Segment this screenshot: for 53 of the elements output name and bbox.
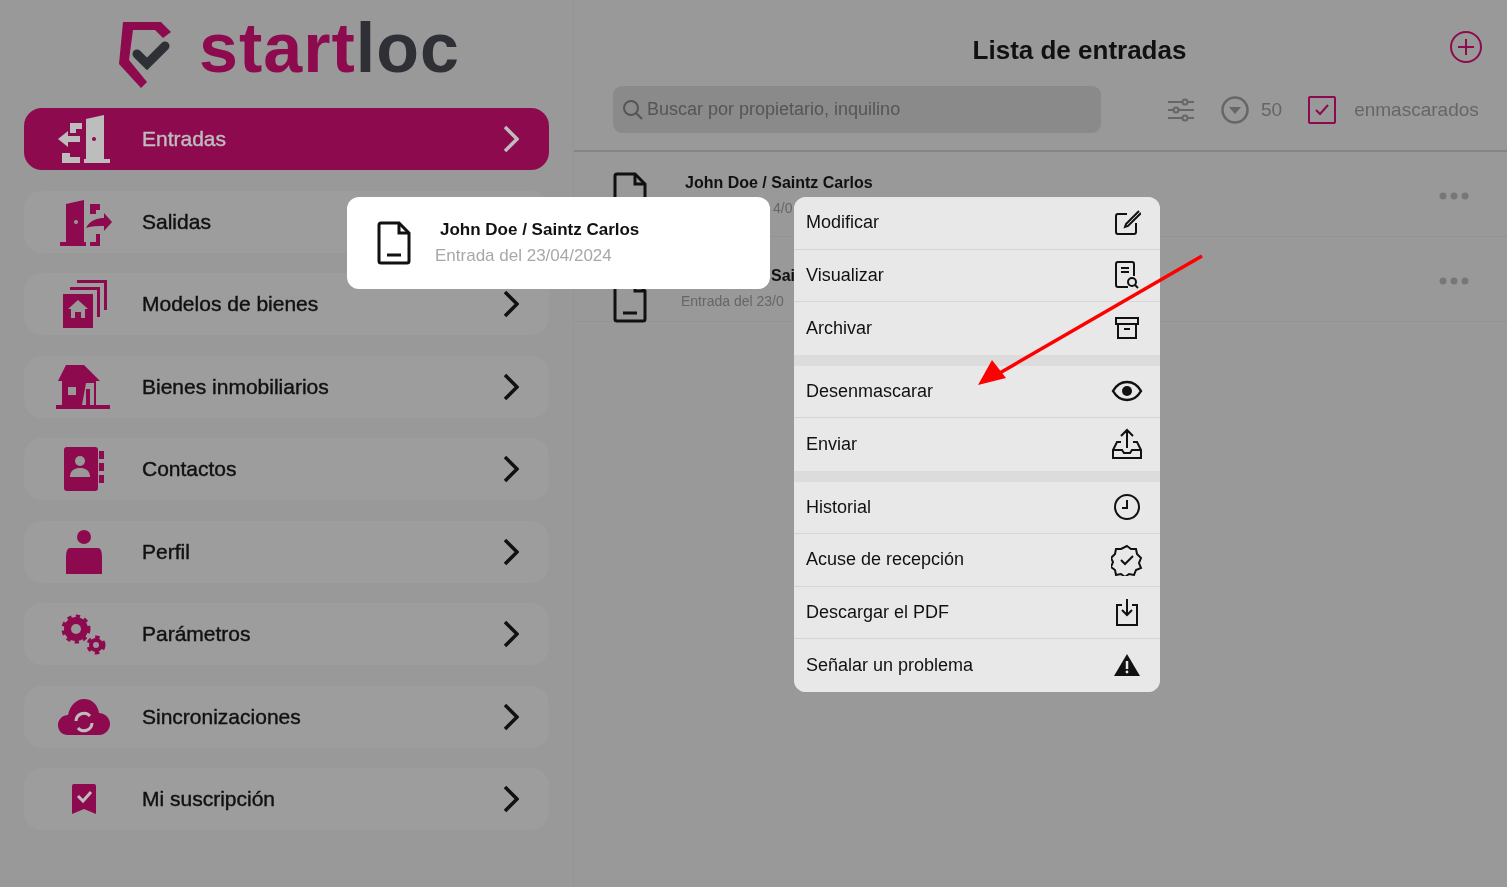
page-title: Lista de entradas	[972, 34, 1187, 66]
menu-item[interactable]: Descargar el PDF	[794, 586, 1160, 639]
document-icon	[377, 221, 411, 265]
dropdown-circle-icon[interactable]	[1221, 95, 1249, 124]
menu-item[interactable]: Modificar	[794, 197, 1160, 250]
menu-item[interactable]: Historial	[794, 481, 1160, 534]
house-icon	[56, 364, 112, 409]
door-arrow-icon	[56, 115, 112, 163]
check-icon	[1314, 102, 1331, 117]
entry-title: Sai	[771, 267, 795, 285]
person-icon	[66, 529, 102, 574]
app-logo-text: startloc	[199, 13, 460, 83]
tray-upload-icon	[1111, 428, 1143, 461]
sidebar-item[interactable]: Modelos de bienes	[24, 273, 549, 335]
more-options-icon[interactable]	[1439, 192, 1469, 200]
sidebar-item[interactable]: Perfil	[24, 520, 549, 583]
chevron-right-icon	[503, 290, 519, 318]
chevron-right-icon	[503, 785, 519, 813]
document-search-icon	[1114, 260, 1140, 291]
masked-checkbox[interactable]	[1308, 95, 1337, 124]
check-badge-icon	[1111, 543, 1143, 576]
menu-item[interactable]: Enviar	[794, 418, 1160, 471]
chevron-right-icon	[503, 455, 519, 483]
archive-box-icon	[1114, 316, 1140, 341]
entry-title: John Doe / Saintz Carlos	[685, 174, 873, 192]
menu-item[interactable]: Archivar	[794, 302, 1160, 355]
bookmark-check-icon	[72, 784, 96, 814]
menu-item[interactable]: Acuse de recepción	[794, 534, 1160, 587]
eye-icon	[1111, 380, 1143, 403]
sidebar-item[interactable]: Mi suscripción	[24, 768, 549, 830]
clock-icon	[1113, 493, 1141, 522]
chevron-right-icon	[503, 620, 519, 648]
contact-book-icon	[64, 447, 104, 491]
menu-item[interactable]: Señalar un problema	[794, 639, 1160, 692]
sidebar-item[interactable]: Contactos	[24, 438, 549, 500]
sidebar-item[interactable]: Entradas	[24, 108, 549, 170]
chevron-right-icon	[503, 372, 519, 401]
cloud-sync-icon	[58, 698, 110, 735]
add-icon[interactable]	[1450, 31, 1482, 63]
more-options-icon[interactable]	[1439, 277, 1469, 285]
filter-sliders-icon[interactable]	[1167, 97, 1195, 122]
chevron-right-icon	[503, 702, 519, 731]
download-icon	[1114, 597, 1140, 628]
warning-icon	[1114, 654, 1140, 677]
entry-preview-dialog[interactable]: John Doe / Saintz Carlos Entrada del 23/04/2024	[347, 197, 770, 289]
sidebar-item[interactable]: Sincronizaciones	[24, 685, 549, 748]
sidebar-item[interactable]: Parámetros	[24, 603, 549, 665]
sidebar-item[interactable]: Bienes inmobiliarios	[24, 355, 549, 418]
menu-item[interactable]: Visualizar	[794, 249, 1160, 302]
edit-icon	[1113, 208, 1141, 237]
chevron-right-icon	[503, 125, 519, 153]
document-icon	[613, 172, 647, 197]
chevron-right-icon	[503, 537, 519, 566]
